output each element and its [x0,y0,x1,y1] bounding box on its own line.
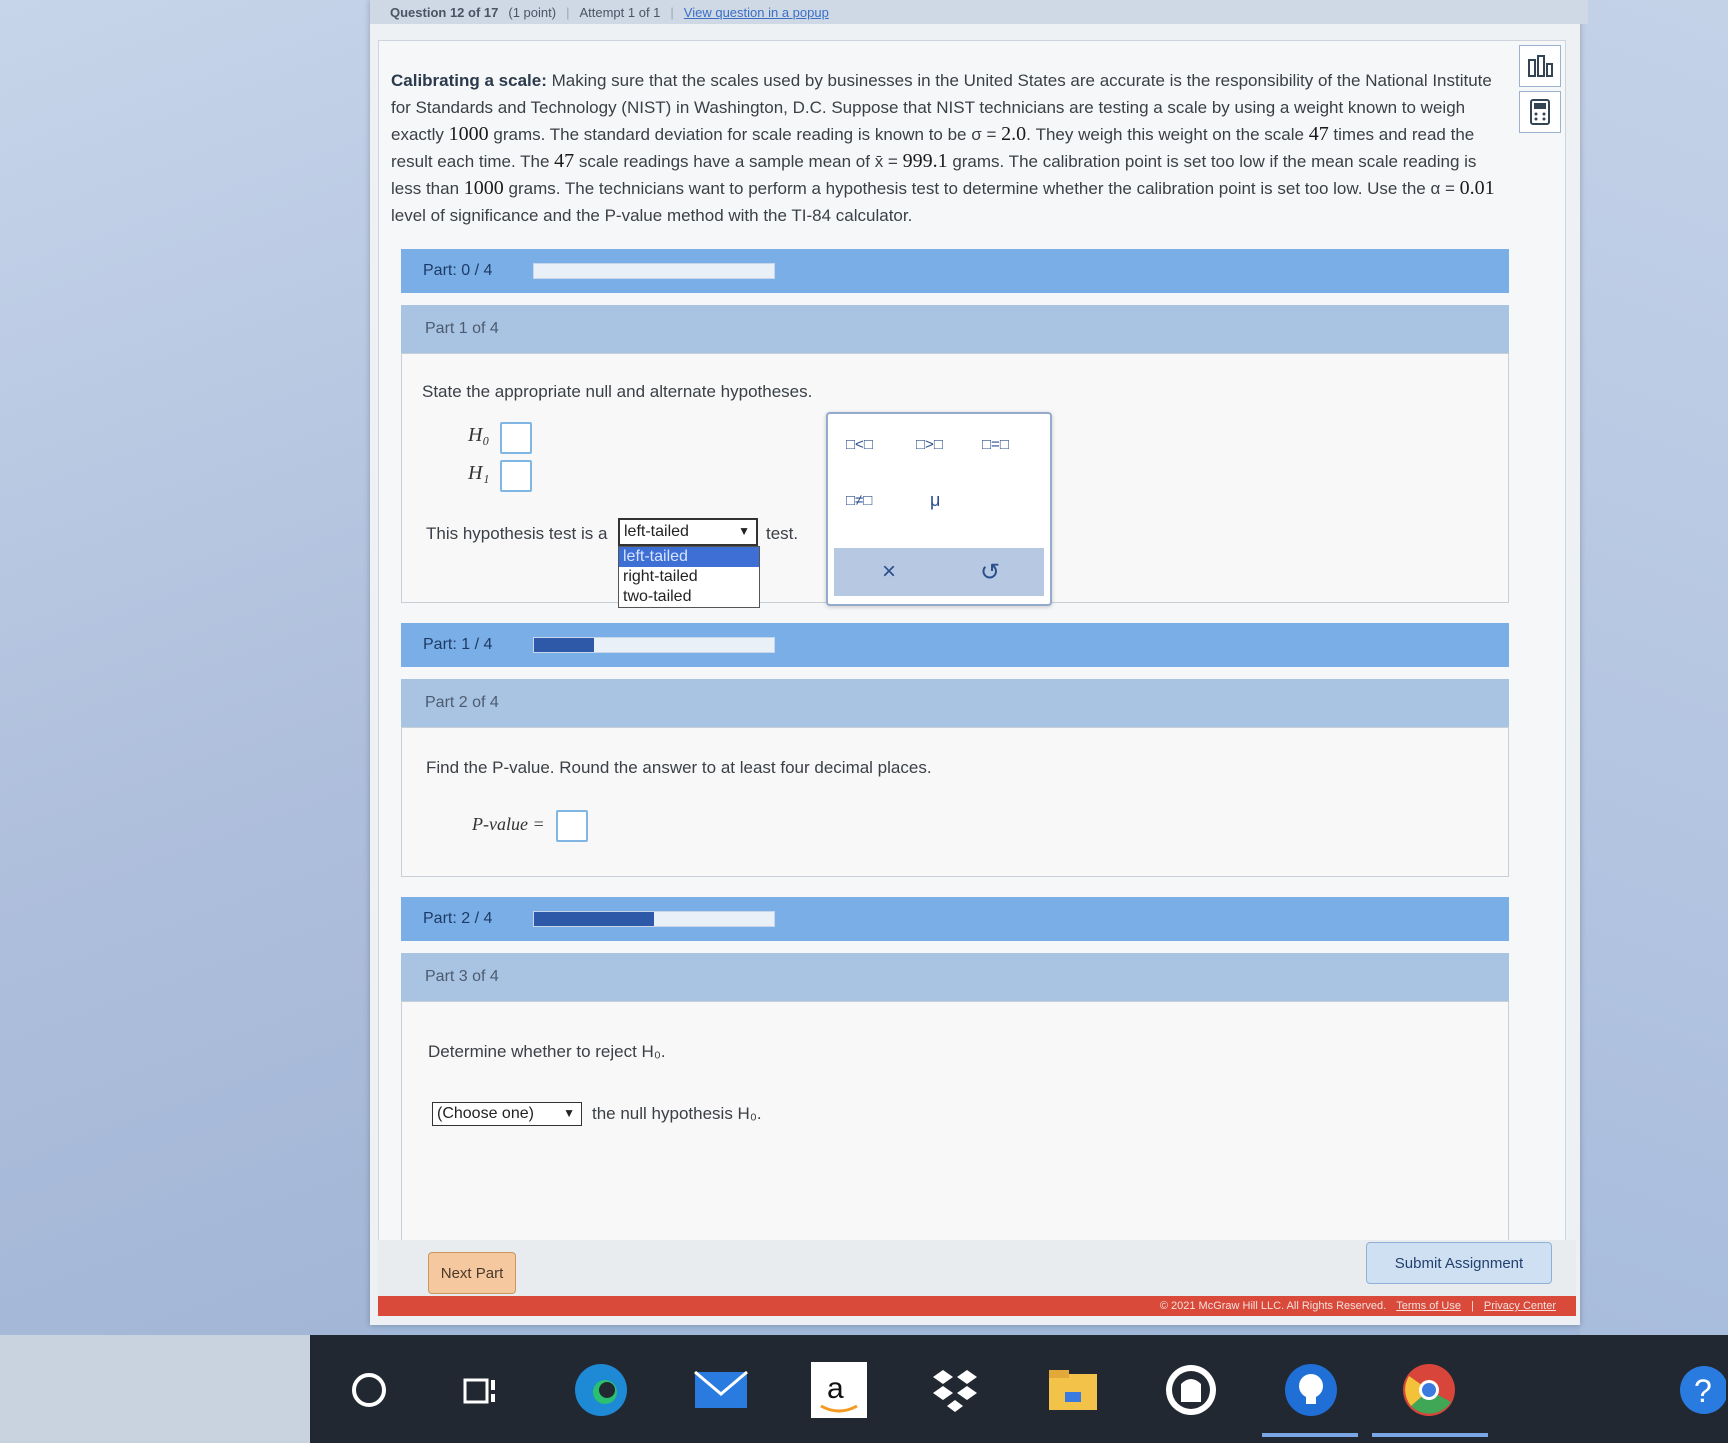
progress-row: Part: 2 / 4 [401,897,1509,941]
greater-than-button[interactable]: □>□ [916,436,943,453]
progress-label: Part: 1 / 4 [423,636,493,653]
tool-panel [1519,45,1561,133]
browser-page: Question 12 of 17 (1 point) | Attempt 1 … [370,0,1588,1325]
option-two-tailed[interactable]: two-tailed [619,587,759,607]
next-part-button[interactable]: Next Part [428,1252,516,1294]
separator: | [566,4,570,20]
active-app-indicator [1262,1433,1358,1437]
chevron-down-icon: ▼ [738,524,750,538]
submit-assignment-button[interactable]: Submit Assignment [1366,1242,1552,1284]
problem-title: Calibrating a scale: [391,71,547,90]
less-than-button[interactable]: □<□ [846,436,873,453]
math-palette: □<□ □>□ □=□ □≠□ μ × ↺ [826,412,1052,606]
question-topbar: Question 12 of 17 (1 point) | Attempt 1 … [370,0,1588,24]
mu-button[interactable]: μ [930,490,940,511]
sample-mean: 999.1 [902,150,948,172]
problem-statement: Calibrating a scale: Making sure that th… [391,67,1503,229]
edge-icon[interactable] [572,1361,630,1419]
pvalue-input[interactable] [556,810,588,842]
question-number: Question 12 of 17 [390,4,499,20]
h1-label: H₁ [468,462,490,484]
test-suffix: test. [766,524,799,543]
file-explorer-icon[interactable] [1044,1361,1102,1419]
amazon-icon[interactable]: a [810,1361,868,1419]
desktop-background-right [1580,0,1728,1335]
sample-size: 47 [554,150,575,172]
part3-body: Determine whether to reject H₀. (Choose … [401,1001,1509,1241]
progress-bar [533,911,775,927]
svg-text:?: ? [1694,1373,1712,1409]
weight-value: 1000 [448,123,489,145]
tail-dropdown: left-tailed right-tailed two-tailed [618,546,760,608]
part1-instruction: State the appropriate null and alternate… [422,382,813,401]
help-icon[interactable]: ? [1672,1361,1728,1419]
problem-text: level of significance and the P-value me… [391,206,913,225]
part1-header: Part 1 of 4 [401,305,1509,353]
problem-text: . They weigh this weight on the scale [1026,125,1304,144]
not-equal-button[interactable]: □≠□ [846,492,872,509]
tail-select[interactable]: left-tailed ▼ [618,518,758,546]
taskbar-search-area [0,1335,310,1443]
equals-button[interactable]: □=□ [982,436,1009,453]
sample-size: 47 [1308,123,1329,145]
problem-text: grams. The standard deviation for scale … [493,125,997,144]
part3-header: Part 3 of 4 [401,953,1509,1001]
idea-bulb-icon[interactable] [1282,1361,1340,1419]
test-prefix: This hypothesis test is a [426,524,608,543]
progress-row: Part: 0 / 4 [401,249,1509,293]
part2-instruction: Find the P-value. Round the answer to at… [426,758,932,777]
separator: | [670,4,674,20]
active-app-indicator [1372,1433,1488,1437]
part2-body: Find the P-value. Round the answer to at… [401,727,1509,877]
data-icon[interactable] [1519,45,1561,87]
copyright-text: © 2021 McGraw Hill LLC. All Rights Reser… [1159,1300,1387,1312]
popup-link[interactable]: View question in a popup [684,5,829,20]
reject-select[interactable]: (Choose one) ▼ [432,1102,582,1126]
part1-body: State the appropriate null and alternate… [401,353,1509,608]
progress-bar [533,263,775,279]
svg-text:a: a [827,1372,844,1405]
progress-bar [533,637,775,653]
tail-select-value: left-tailed [624,523,689,540]
question-content: Calibrating a scale: Making sure that th… [378,40,1566,1242]
question-points: (1 point) [508,4,557,20]
terms-link[interactable]: Terms of Use [1396,1300,1461,1312]
attempt-count: Attempt 1 of 1 [579,4,661,20]
dropbox-icon[interactable] [926,1361,984,1419]
part2-header: Part 2 of 4 [401,679,1509,727]
close-icon[interactable]: × [882,558,896,586]
problem-text: scale readings have a sample mean of x̄ … [578,152,898,171]
task-view-icon[interactable] [452,1361,510,1419]
option-left-tailed[interactable]: left-tailed [619,547,759,567]
bottom-action-bar: Next Part Submit Assignment [378,1240,1576,1300]
undo-icon[interactable]: ↺ [980,558,1000,587]
cortana-icon[interactable] [340,1361,398,1419]
chrome-icon[interactable] [1400,1361,1458,1419]
store-icon[interactable] [1162,1361,1220,1419]
palette-footer: × ↺ [834,548,1044,596]
page-footer: © 2021 McGraw Hill LLC. All Rights Reser… [378,1296,1576,1316]
taskbar: a ? [0,1335,1728,1443]
option-right-tailed[interactable]: right-tailed [619,567,759,587]
mail-icon[interactable] [692,1361,750,1419]
part3-instruction: Determine whether to reject H₀. [428,1042,666,1061]
chevron-down-icon: ▼ [563,1106,575,1120]
progress-label: Part: 2 / 4 [423,910,493,927]
weight-value: 1000 [463,177,504,199]
desktop-background-left [0,0,370,1335]
h0-label: H₀ [468,424,490,446]
reject-select-value: (Choose one) [437,1105,534,1122]
sigma-value: 2.0 [1001,123,1027,145]
alpha-value: 0.01 [1459,177,1495,199]
progress-label: Part: 0 / 4 [423,262,493,279]
problem-text: grams. The technicians want to perform a… [508,179,1455,198]
reject-suffix: the null hypothesis H₀. [592,1104,762,1123]
privacy-link[interactable]: Privacy Center [1484,1300,1556,1312]
separator: | [1471,1300,1474,1312]
pvalue-label: P-value = [472,814,545,834]
progress-row: Part: 1 / 4 [401,623,1509,667]
h1-input[interactable] [500,460,532,492]
calculator-icon[interactable] [1519,91,1561,133]
h0-input[interactable] [500,422,532,454]
